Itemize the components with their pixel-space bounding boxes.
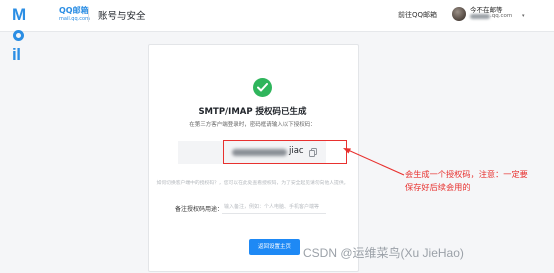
user-mail-redacted <box>470 14 490 19</box>
remark-label: 备注授权码用途： <box>175 206 224 213</box>
success-title: SMTP/IMAP 授权码已生成 <box>198 107 307 117</box>
annotation-arrow-icon <box>343 148 405 176</box>
success-description: 在第三方客户端登录时，密码框请输入以下授权码： <box>189 122 316 128</box>
logo-word: Mil <box>12 5 26 64</box>
user-mail: .qq.com <box>490 13 513 19</box>
chevron-down-icon[interactable]: ▾ <box>522 13 525 19</box>
top-header: Mil QQ邮箱 mail.qq.com 账号与安全 前往QQ邮箱 今不在邮等 … <box>0 0 554 64</box>
back-to-settings-button[interactable]: 返回设置主页 <box>249 239 300 255</box>
avatar[interactable] <box>452 7 466 21</box>
success-check-icon <box>253 78 272 97</box>
csdn-watermark: CSDN @运维菜鸟(Xu JieHao) <box>303 246 464 260</box>
logo-domain: mail.qq.com <box>59 16 90 22</box>
logo-subtitle: QQ邮箱 <box>59 6 89 15</box>
header-divider <box>88 8 89 22</box>
goto-qq-mail-link[interactable]: 前往QQ邮箱 <box>398 10 437 20</box>
annotation-text-line2: 保存好后续会用的 <box>405 182 471 192</box>
annotation-highlight-box <box>223 140 347 164</box>
page-title: 账号与安全 <box>98 11 146 22</box>
auth-code-hint: 如何切换客户端中的授权码？，您可以在此处查看授权码，为了安全起见请勿向他人提供。 <box>156 181 349 186</box>
annotation-text-line1: 会生成一个授权码，注意：一定要 <box>405 169 528 179</box>
remark-input[interactable] <box>222 200 326 214</box>
